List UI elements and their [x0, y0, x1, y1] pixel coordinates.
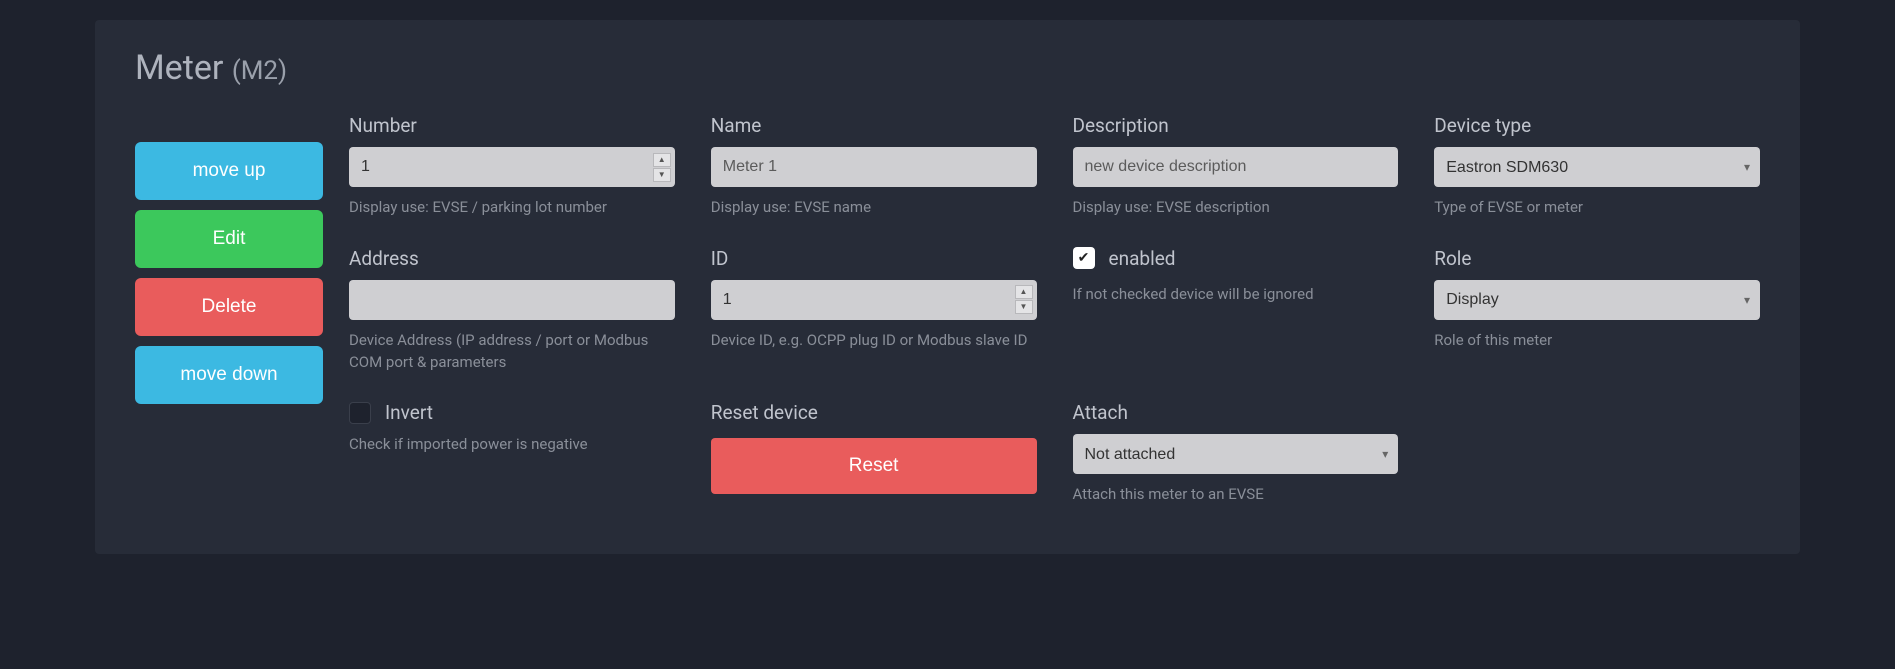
- description-help: Display use: EVSE description: [1073, 197, 1399, 219]
- id-spinner[interactable]: ▲ ▼: [1015, 284, 1033, 316]
- address-input[interactable]: [349, 280, 675, 320]
- panel-title-main: Meter: [135, 48, 223, 88]
- field-reset: Reset device Reset: [711, 401, 1037, 506]
- field-attach: Attach Not attached ▾ Attach this meter …: [1073, 401, 1399, 506]
- device-type-help: Type of EVSE or meter: [1434, 197, 1760, 219]
- field-invert: ✔ Invert Check if imported power is nega…: [349, 401, 675, 506]
- panel-title: Meter (M2): [135, 48, 1760, 88]
- number-help: Display use: EVSE / parking lot number: [349, 197, 675, 219]
- field-empty: [1434, 401, 1760, 506]
- invert-help: Check if imported power is negative: [349, 434, 675, 456]
- description-input[interactable]: [1073, 147, 1399, 187]
- delete-button[interactable]: Delete: [135, 278, 323, 336]
- device-type-select[interactable]: Eastron SDM630: [1434, 147, 1760, 187]
- id-help: Device ID, e.g. OCPP plug ID or Modbus s…: [711, 330, 1037, 352]
- address-label: Address: [349, 247, 675, 270]
- invert-checkbox[interactable]: ✔: [349, 402, 371, 424]
- id-input[interactable]: [711, 280, 1037, 320]
- attach-help: Attach this meter to an EVSE: [1073, 484, 1399, 506]
- field-id: ID ▲ ▼ Device ID, e.g. OCPP plug ID or M…: [711, 247, 1037, 374]
- field-number: Number ▲ ▼ Display use: EVSE / parking l…: [349, 114, 675, 219]
- field-address: Address Device Address (IP address / por…: [349, 247, 675, 374]
- move-down-button[interactable]: move down: [135, 346, 323, 404]
- attach-select[interactable]: Not attached: [1073, 434, 1399, 474]
- field-role: Role Display ▾ Role of this meter: [1434, 247, 1760, 374]
- chevron-down-icon[interactable]: ▼: [653, 168, 671, 182]
- field-name: Name Display use: EVSE name: [711, 114, 1037, 219]
- chevron-down-icon[interactable]: ▼: [1015, 300, 1033, 314]
- enabled-checkbox[interactable]: ✔: [1073, 247, 1095, 269]
- chevron-up-icon[interactable]: ▲: [653, 153, 671, 167]
- check-icon: ✔: [1078, 250, 1090, 266]
- address-help: Device Address (IP address / port or Mod…: [349, 330, 675, 374]
- invert-label: Invert: [385, 401, 433, 424]
- panel-title-sub: (M2): [232, 56, 287, 86]
- edit-button[interactable]: Edit: [135, 210, 323, 268]
- number-input[interactable]: [349, 147, 675, 187]
- name-label: Name: [711, 114, 1037, 137]
- device-type-label: Device type: [1434, 114, 1760, 137]
- role-help: Role of this meter: [1434, 330, 1760, 352]
- move-up-button[interactable]: move up: [135, 142, 323, 200]
- fields-grid: Number ▲ ▼ Display use: EVSE / parking l…: [349, 114, 1760, 506]
- field-enabled: ✔ enabled If not checked device will be …: [1073, 247, 1399, 374]
- check-icon: ✔: [354, 405, 366, 421]
- name-help: Display use: EVSE name: [711, 197, 1037, 219]
- meter-panel: Meter (M2) move up Edit Delete move down…: [95, 20, 1800, 554]
- role-label: Role: [1434, 247, 1760, 270]
- field-device-type: Device type Eastron SDM630 ▾ Type of EVS…: [1434, 114, 1760, 219]
- role-select[interactable]: Display: [1434, 280, 1760, 320]
- enabled-help: If not checked device will be ignored: [1073, 284, 1399, 306]
- reset-label: Reset device: [711, 401, 1037, 424]
- side-actions: move up Edit Delete move down: [135, 114, 323, 506]
- id-label: ID: [711, 247, 1037, 270]
- reset-button[interactable]: Reset: [711, 438, 1037, 494]
- name-input[interactable]: [711, 147, 1037, 187]
- number-spinner[interactable]: ▲ ▼: [653, 151, 671, 183]
- enabled-label: enabled: [1109, 247, 1176, 270]
- number-label: Number: [349, 114, 675, 137]
- field-description: Description Display use: EVSE descriptio…: [1073, 114, 1399, 219]
- description-label: Description: [1073, 114, 1399, 137]
- chevron-up-icon[interactable]: ▲: [1015, 285, 1033, 299]
- attach-label: Attach: [1073, 401, 1399, 424]
